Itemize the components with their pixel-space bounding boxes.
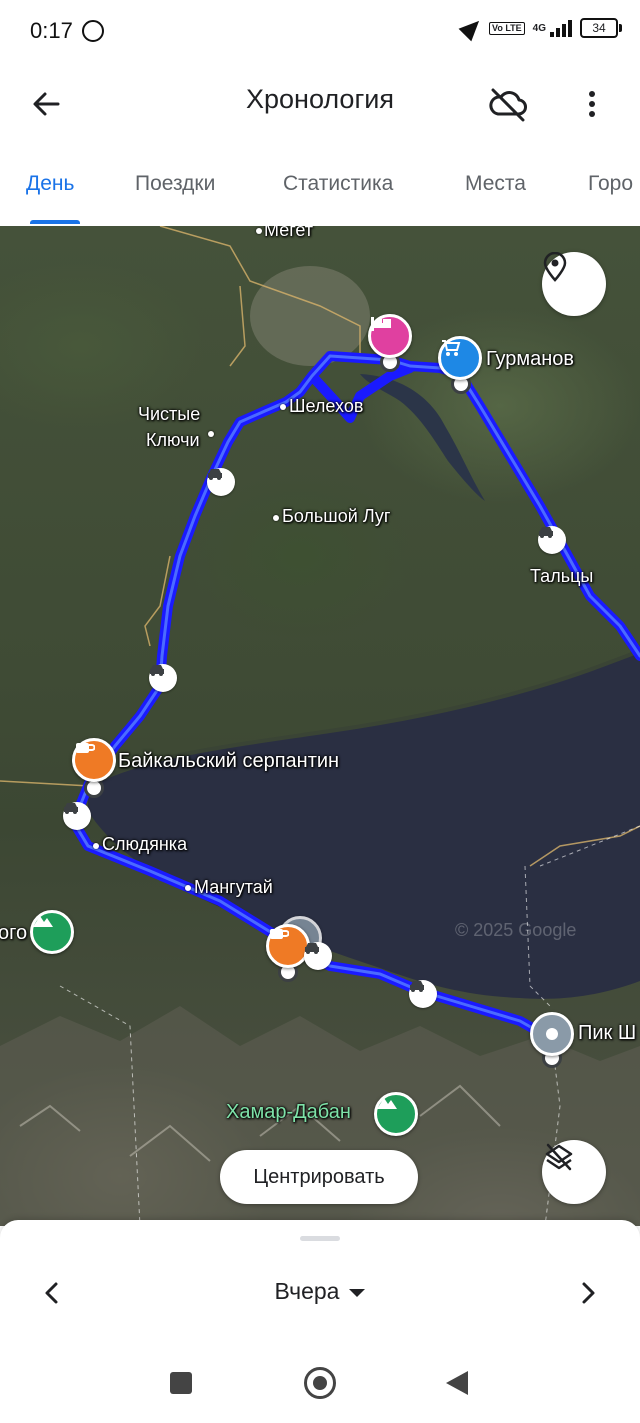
- place-icon: [546, 1028, 558, 1040]
- car-marker[interactable]: [149, 664, 177, 692]
- mountain-pin[interactable]: [30, 910, 74, 954]
- my-location-button[interactable]: [542, 252, 606, 316]
- cloud-off-button[interactable]: [484, 82, 532, 126]
- car-marker[interactable]: [63, 802, 91, 830]
- mountain-icon: [33, 916, 53, 927]
- place-dot: [256, 228, 262, 234]
- tab-indicator: [30, 220, 80, 224]
- system-back-button[interactable]: [446, 1371, 468, 1395]
- lake-baikal: [88, 651, 640, 999]
- shop-pin[interactable]: [438, 336, 482, 380]
- more-vert-icon: [589, 91, 595, 117]
- tab-trips[interactable]: Поездки: [135, 172, 215, 196]
- label-slyudyanka: Слюдянка: [102, 834, 188, 854]
- battery-icon: 34: [580, 18, 622, 38]
- label-peak: Пик Ш: [578, 1022, 637, 1044]
- center-button[interactable]: Центрировать: [220, 1150, 418, 1204]
- page-title: Хронология: [246, 84, 394, 114]
- mountain-pin[interactable]: [374, 1092, 418, 1136]
- car-icon: [64, 803, 78, 814]
- coffee-icon: [270, 929, 289, 939]
- place-dot: [93, 843, 99, 849]
- tab-statistics[interactable]: Статистика: [283, 172, 393, 196]
- car-icon: [539, 527, 553, 538]
- map-watermark: © 2025 Google: [455, 920, 577, 940]
- label-taltsy: Тальцы: [530, 566, 594, 586]
- label-bolshoy-lug: Большой Луг: [282, 506, 391, 526]
- car-icon: [410, 981, 424, 992]
- label-left-cut: ого: [0, 922, 28, 944]
- network-type: 4G: [532, 22, 546, 34]
- mountain-icon: [377, 1098, 397, 1109]
- navigation-arrow-icon: [458, 14, 486, 42]
- date-label: Вчера: [274, 1278, 340, 1304]
- label-mangutay: Мангутай: [194, 877, 273, 897]
- label-shelekhov: Шелехов: [289, 396, 364, 416]
- layers-off-button[interactable]: [542, 1140, 606, 1204]
- car-icon: [208, 469, 222, 480]
- tab-day[interactable]: День: [26, 172, 74, 196]
- layers-clear-icon: [545, 1143, 573, 1171]
- status-icons: Vo LTE 4G 34: [458, 14, 622, 42]
- car-marker[interactable]: [409, 980, 437, 1008]
- dropdown-icon: [349, 1288, 366, 1297]
- car-marker[interactable]: [207, 468, 235, 496]
- car-icon: [150, 665, 164, 676]
- app-bar: Хронология: [0, 62, 640, 142]
- status-bar: 0:17 Vo LTE 4G 34: [0, 0, 640, 62]
- car-marker[interactable]: [538, 526, 566, 554]
- whatsapp-icon: [82, 20, 104, 42]
- place-dot: [185, 885, 191, 891]
- system-navigation-bar: [0, 1346, 640, 1423]
- cloud-off-icon: [489, 88, 527, 122]
- recents-button[interactable]: [170, 1372, 192, 1394]
- tab-cities[interactable]: Горо: [588, 172, 633, 196]
- hotel-pin[interactable]: [368, 314, 412, 358]
- more-options-button[interactable]: [572, 82, 612, 126]
- bed-icon: [371, 317, 391, 331]
- label-meget: Мегет: [264, 226, 314, 240]
- place-dot: [280, 404, 286, 410]
- coffee-icon: [76, 743, 95, 753]
- cafe-pin[interactable]: [72, 738, 116, 782]
- tab-bar: День Поездки Статистика Места Горо: [0, 142, 640, 226]
- map-view[interactable]: © 2025 Google Мегет Чистые Ключи Шелехов…: [0, 226, 640, 1226]
- place-dot: [208, 431, 214, 437]
- label-gurmanov: Гурманов: [486, 348, 575, 370]
- volte-icon: Vo LTE: [488, 21, 525, 35]
- home-button[interactable]: [304, 1367, 336, 1399]
- status-time: 0:17: [30, 18, 73, 43]
- date-sheet: Вчера: [0, 1220, 640, 1346]
- next-day-button[interactable]: [572, 1276, 604, 1310]
- cart-icon: [442, 340, 461, 356]
- date-selector[interactable]: Вчера: [0, 1278, 640, 1305]
- drag-handle[interactable]: [300, 1236, 340, 1241]
- city-area: [250, 266, 370, 366]
- chevron-right-icon: [582, 1282, 595, 1304]
- label-baikal-serpantin: Байкальский серпантин: [118, 750, 340, 772]
- location-pin-icon: [543, 252, 567, 282]
- label-khamar-daban: Хамар-Дабан: [226, 1101, 351, 1123]
- car-icon: [305, 943, 319, 954]
- label-chistye: Чистые: [138, 404, 201, 424]
- signal-icon: [550, 19, 572, 37]
- place-dot: [273, 515, 279, 521]
- map-canvas: [0, 226, 640, 1226]
- car-marker[interactable]: [304, 942, 332, 970]
- tab-places[interactable]: Места: [465, 172, 526, 196]
- peak-pin[interactable]: [530, 1012, 574, 1056]
- label-klyuchi: Ключи: [146, 430, 200, 450]
